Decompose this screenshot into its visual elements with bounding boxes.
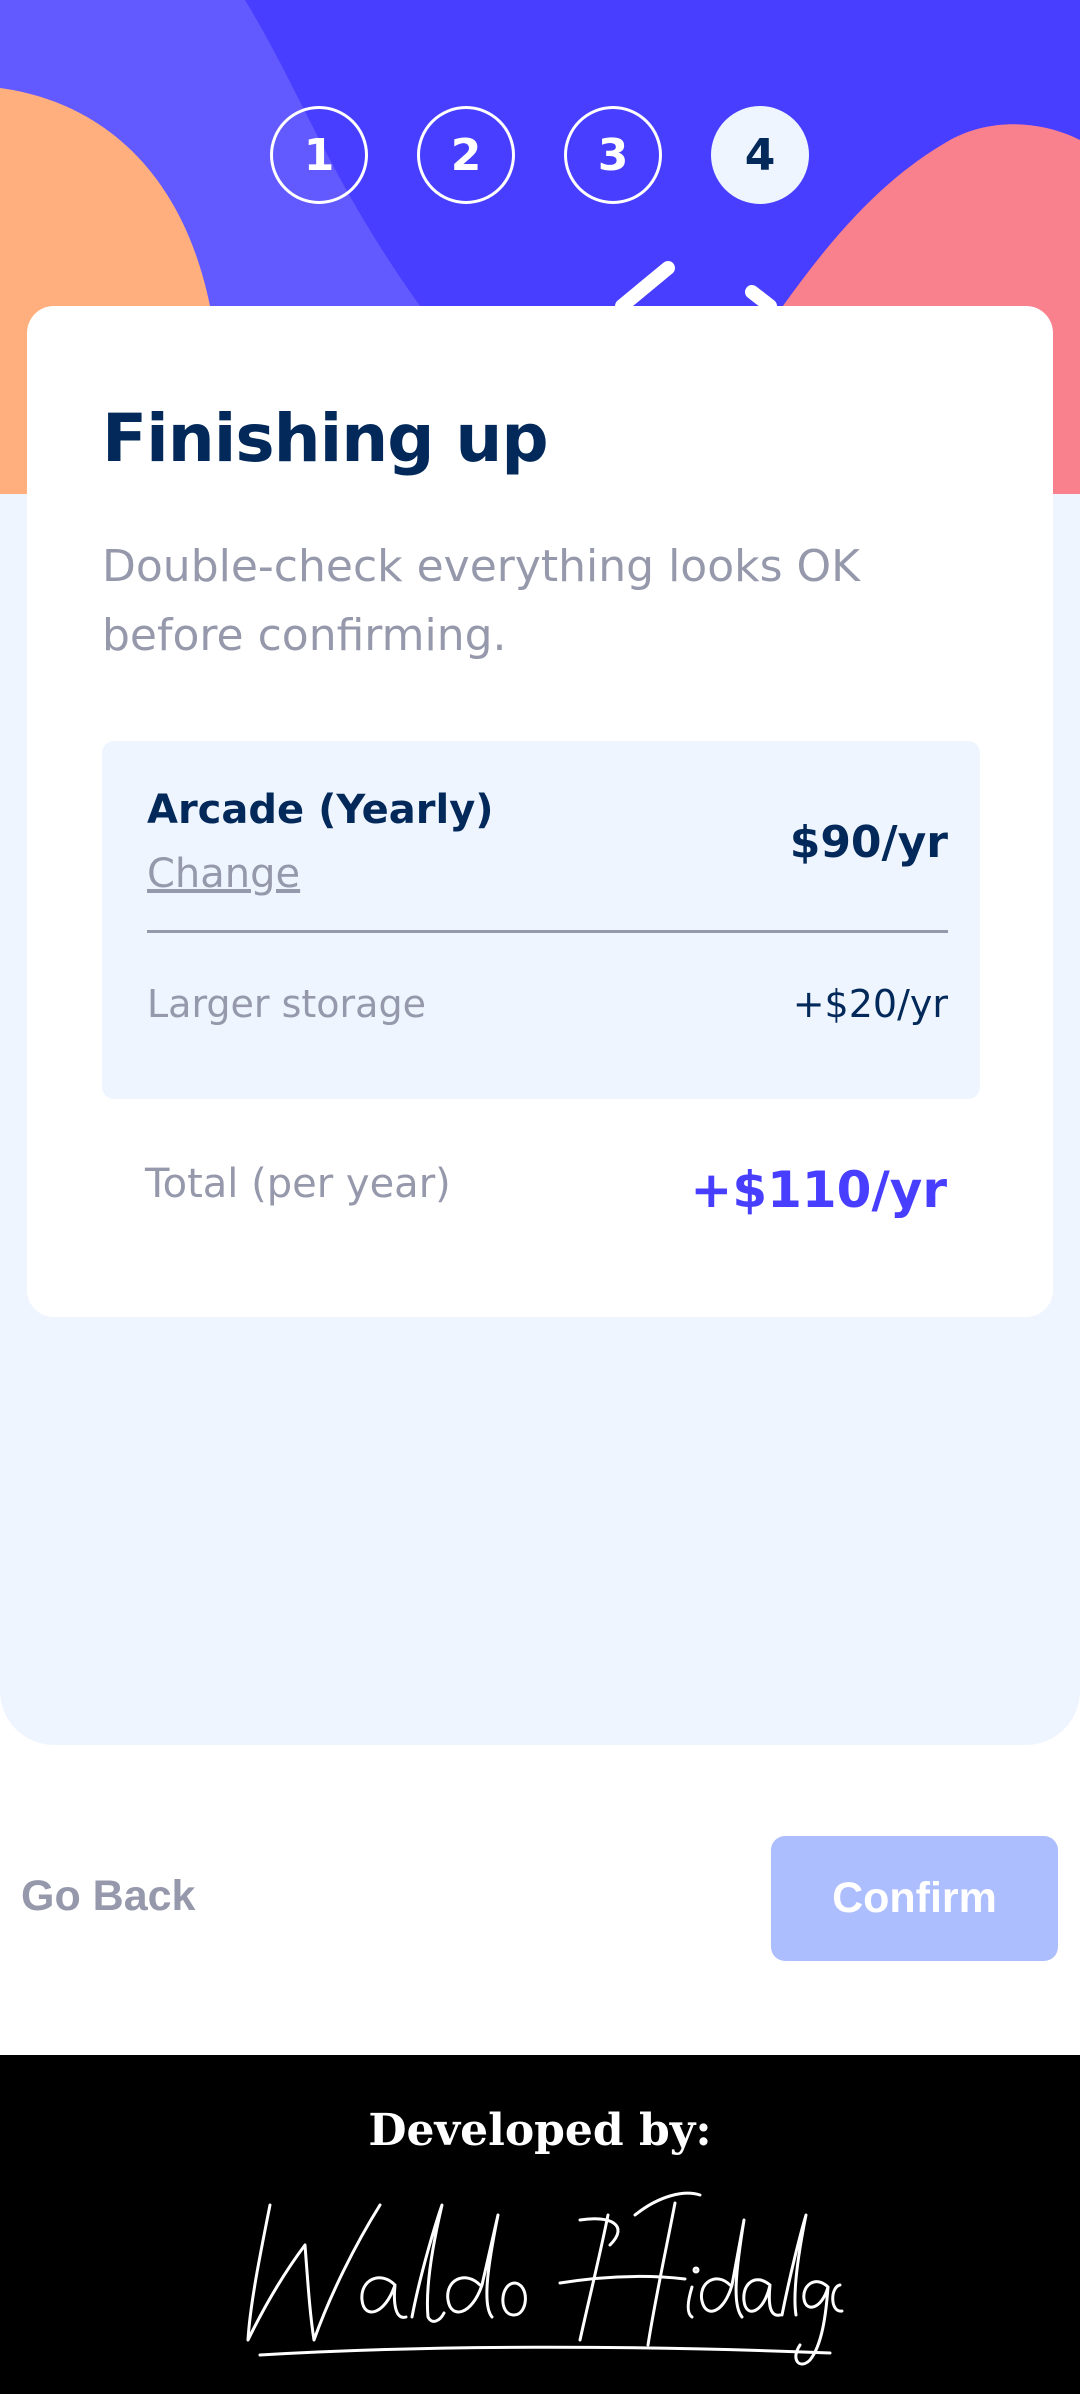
order-summary: Arcade (Yearly) Change $90/yr Larger sto… — [102, 741, 980, 1099]
plan-name: Arcade (Yearly) — [147, 787, 494, 833]
page-title: Finishing up — [102, 400, 549, 477]
addon-price: +$20/yr — [792, 982, 948, 1026]
total-price: +$110/yr — [690, 1161, 947, 1219]
total-label: Total (per year) — [145, 1161, 451, 1207]
signature-image — [246, 2191, 844, 2366]
step-4: 4 — [711, 106, 809, 204]
step-1: 1 — [270, 106, 368, 204]
content-area: 1 2 3 4 Finishing up Double-check everyt… — [0, 0, 1080, 1745]
summary-divider — [147, 930, 948, 933]
confirm-button[interactable]: Confirm — [771, 1836, 1058, 1961]
step-indicator: 1 2 3 4 — [270, 106, 810, 204]
plan-price: $90/yr — [789, 817, 948, 868]
step-2: 2 — [417, 106, 515, 204]
change-plan-link[interactable]: Change — [147, 851, 300, 897]
step-3: 3 — [564, 106, 662, 204]
developed-by-label: Developed by: — [368, 2105, 712, 2156]
addon-name: Larger storage — [147, 982, 426, 1026]
summary-card: Finishing up Double-check everything loo… — [27, 306, 1053, 1317]
go-back-button[interactable]: Go Back — [21, 1872, 195, 1921]
page-subtitle: Double-check everything looks OK before … — [102, 541, 861, 661]
footer: Developed by: — [0, 2055, 1080, 2394]
